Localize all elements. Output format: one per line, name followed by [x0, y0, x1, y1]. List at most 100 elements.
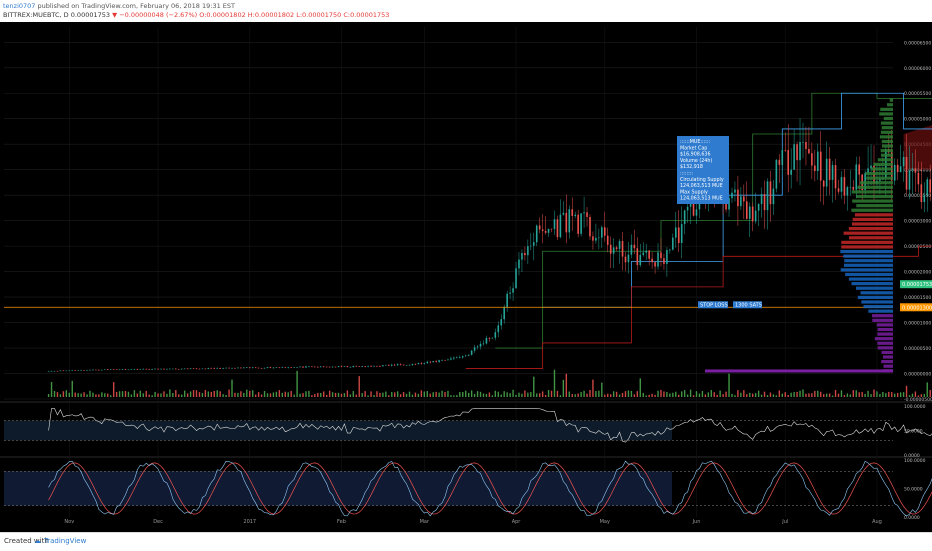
candle-body	[580, 213, 582, 234]
candle-body	[195, 368, 198, 370]
candle-body	[192, 368, 195, 370]
candle-body	[127, 369, 130, 371]
candle-body	[734, 189, 736, 193]
candle-body	[251, 367, 254, 369]
volume-bar	[340, 393, 343, 397]
volume-bar	[65, 390, 68, 397]
candle-body	[405, 365, 408, 366]
volume-bar	[793, 392, 795, 397]
volume-bar	[538, 393, 541, 397]
candle-body	[686, 206, 689, 211]
volume-bar	[624, 391, 627, 397]
candle-body	[642, 252, 645, 255]
rsi-band	[4, 420, 672, 441]
volume-bar	[627, 390, 630, 397]
volume-bar	[651, 393, 653, 397]
volume-bar	[355, 394, 357, 397]
volume-bar	[601, 382, 603, 397]
volume-profile-bar	[880, 130, 893, 134]
candle-body	[379, 366, 381, 367]
candle-body	[893, 164, 896, 181]
candle-body	[331, 366, 334, 368]
volume-profile-bar	[843, 231, 893, 235]
volume-bar	[929, 390, 931, 397]
candle-body	[322, 366, 325, 368]
volume-bar	[559, 395, 562, 397]
volume-bar	[275, 391, 278, 397]
volume-profile-bar	[889, 98, 893, 102]
time-tick-label: Nov	[64, 519, 74, 525]
candle-body	[822, 180, 825, 187]
candle-body	[787, 150, 790, 175]
volume-bar	[112, 382, 115, 397]
volume-bar	[500, 394, 502, 397]
volume-bar	[855, 390, 857, 397]
tradingview-brand[interactable]: TradingView	[44, 537, 86, 545]
volume-bar	[166, 393, 168, 397]
candle-body	[615, 247, 618, 249]
volume-bar	[320, 392, 322, 397]
candle-body	[231, 367, 233, 369]
volume-bar	[462, 392, 464, 397]
volume-bar	[891, 392, 893, 397]
volume-bar	[331, 392, 334, 397]
volume-bar	[107, 393, 109, 397]
volume-bar	[763, 391, 766, 397]
candle-body	[450, 358, 452, 360]
price-tick-label: 0.00002500	[904, 244, 931, 250]
candle-body	[355, 365, 358, 367]
volume-profile-bar	[887, 103, 893, 107]
candle-body	[89, 369, 91, 371]
candle-body	[177, 369, 180, 370]
info-box-line: 124,063,513 MUE	[680, 196, 723, 202]
stop-loss-price-label: 0.00001300	[902, 305, 932, 311]
candle-body	[565, 212, 568, 233]
price-tick-label: 0.00005000	[904, 117, 931, 123]
candle-body	[186, 368, 189, 370]
volume-bar	[405, 393, 408, 397]
candle-body	[50, 370, 53, 372]
time-tick-label: Feb	[337, 519, 346, 525]
chart-canvas[interactable]: 0.00006500 0.00006000 0.00005500 0.00005000…	[0, 22, 932, 532]
volume-bar	[923, 394, 925, 397]
volume-bar	[612, 391, 615, 397]
volume-bar	[110, 395, 112, 397]
volume-bar	[95, 394, 97, 397]
volume-bar	[775, 395, 778, 397]
volume-bar	[864, 393, 866, 397]
candle-body	[808, 149, 810, 154]
info-box-line: $132,918	[680, 164, 703, 170]
candle-body	[562, 212, 565, 215]
time-tick-label: Jun	[692, 519, 701, 525]
candle-body	[568, 209, 571, 233]
time-tick-label: Aug	[872, 519, 882, 525]
volume-bar	[47, 393, 50, 397]
candle-body	[476, 346, 479, 348]
author-name[interactable]: tenzi0707	[3, 2, 35, 10]
candle-body	[766, 181, 769, 211]
volume-bar	[896, 392, 899, 397]
candle-body	[911, 168, 914, 171]
volume-bar	[266, 393, 269, 397]
candle-body	[198, 368, 201, 370]
candle-body	[183, 368, 186, 370]
candle-body	[435, 361, 437, 362]
volume-bar	[346, 390, 349, 397]
candle-body	[71, 370, 74, 372]
volume-bar	[305, 391, 307, 397]
candle-body	[86, 370, 88, 371]
volume-bar	[231, 379, 233, 397]
volume-bar	[92, 392, 94, 397]
volume-bar	[175, 390, 177, 397]
candle-body	[293, 367, 295, 368]
volume-bar	[867, 390, 869, 397]
volume-bar	[207, 391, 210, 397]
candle-body	[754, 210, 757, 222]
volume-bar	[586, 393, 588, 397]
candle-body	[763, 194, 766, 211]
candle-body	[515, 268, 517, 289]
candle-body	[926, 179, 929, 195]
candle-body	[133, 369, 136, 370]
publish-info: published on TradingView.com, February 0…	[37, 2, 235, 10]
candle-body	[180, 368, 183, 370]
